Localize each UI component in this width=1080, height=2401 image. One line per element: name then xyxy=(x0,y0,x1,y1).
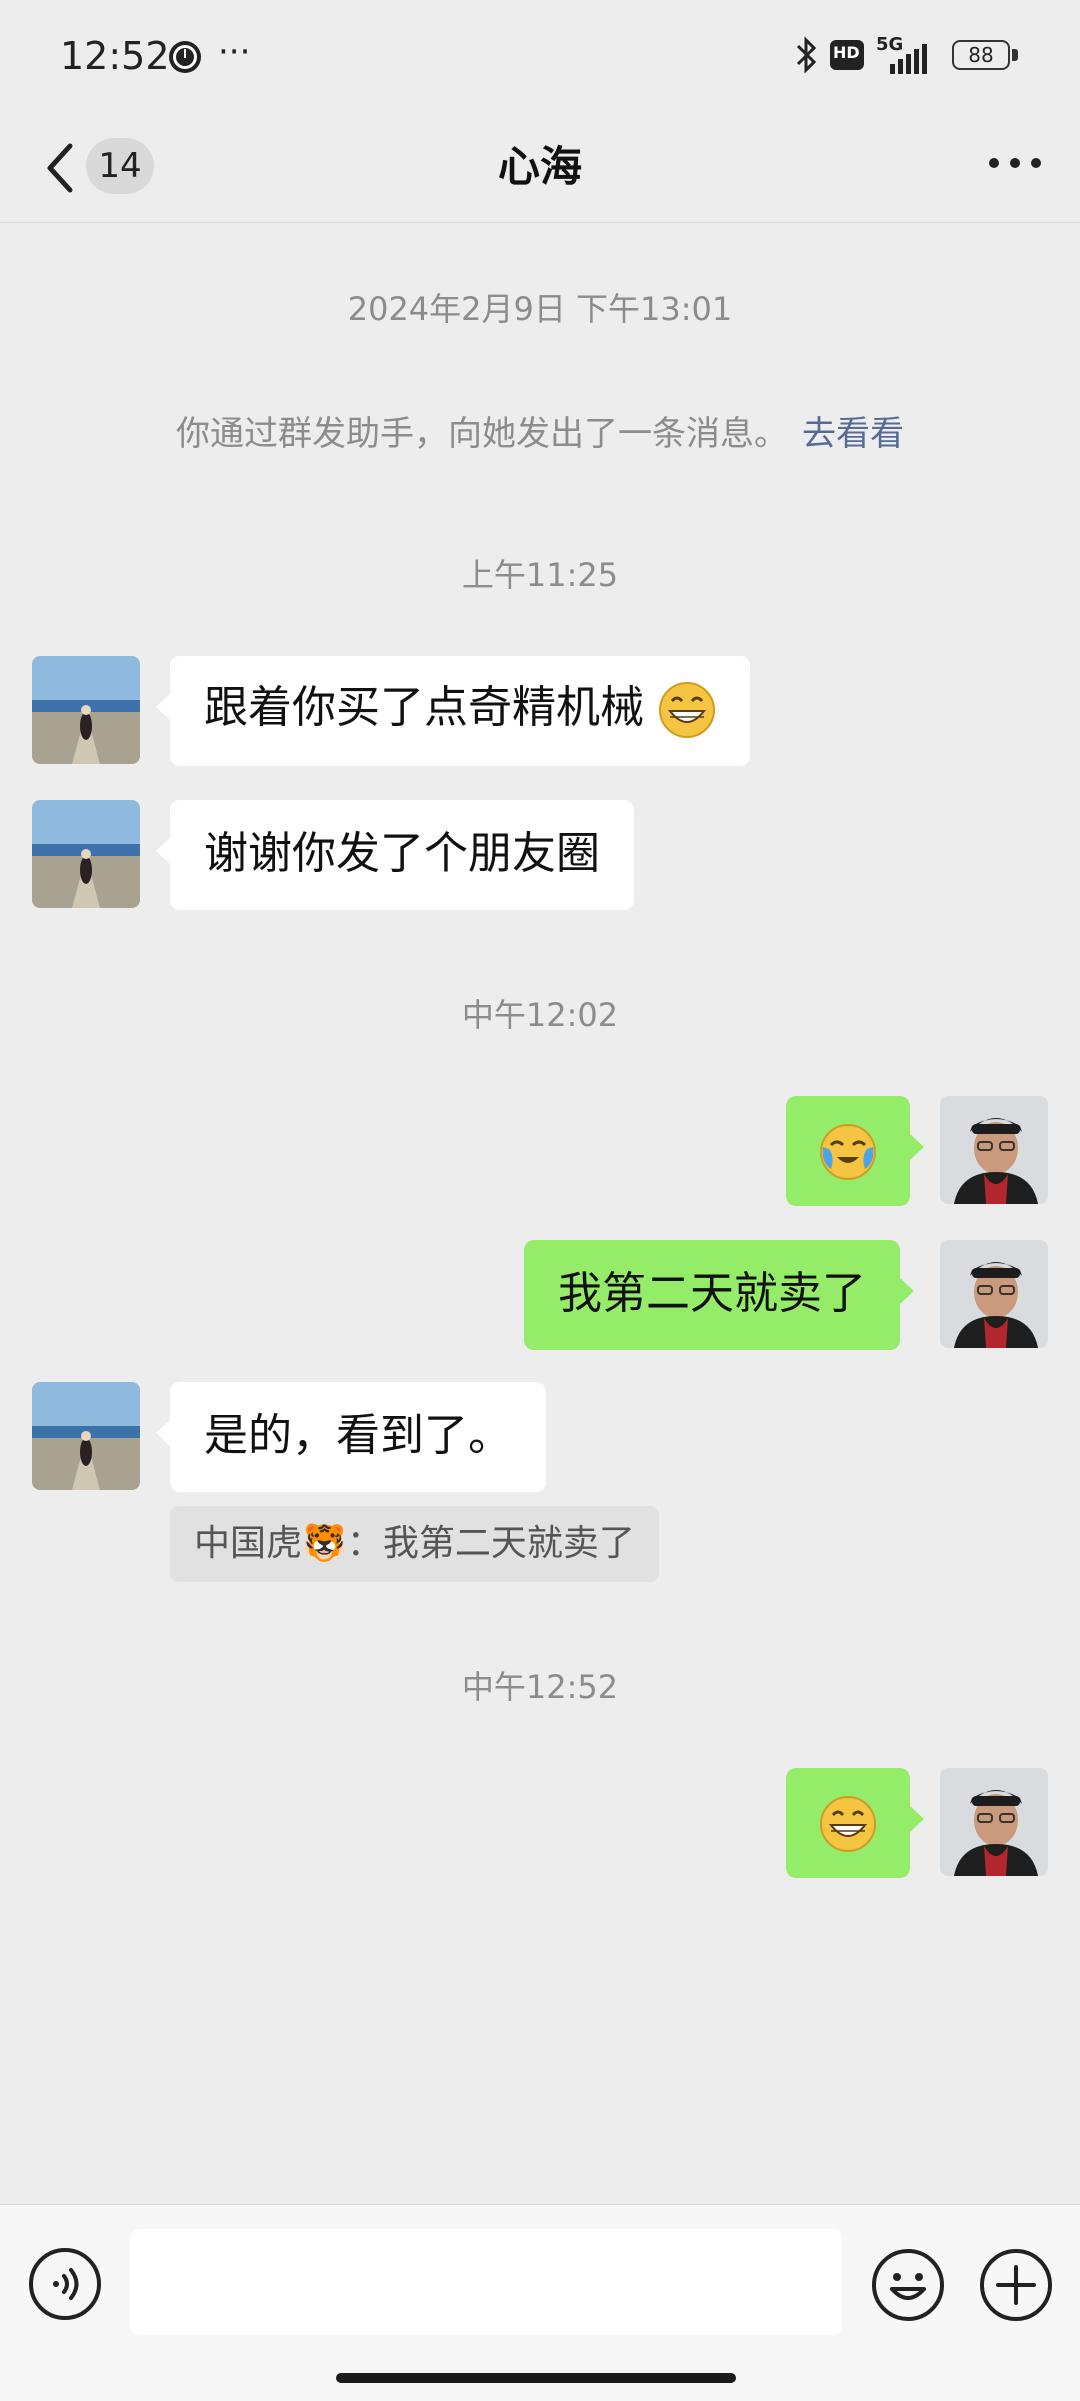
hd-label: HD xyxy=(833,43,860,62)
contact-avatar[interactable] xyxy=(32,1382,140,1490)
signal-5g-icon xyxy=(890,44,927,74)
message-text: 谢谢你发了个朋友圈 xyxy=(204,828,600,879)
battery-tip xyxy=(1012,49,1018,61)
input-bar xyxy=(0,2204,1080,2401)
chat-title: 心海 xyxy=(497,142,582,191)
group-notice-text: 你通过群发助手，向她发出了一条消息。 xyxy=(176,414,788,454)
timestamp: 上午11:25 xyxy=(461,556,619,594)
quoted-message[interactable]: 中国虎🐯：我第二天就卖了 xyxy=(170,1506,659,1582)
outgoing-message-bubble[interactable] xyxy=(786,1096,924,1206)
grin-emoji-icon xyxy=(820,1796,876,1852)
voice-icon[interactable] xyxy=(28,2247,102,2321)
crying-laughing-emoji-icon xyxy=(820,1124,876,1180)
contact-avatar[interactable] xyxy=(32,656,140,764)
contact-avatar[interactable] xyxy=(32,800,140,908)
message-text: 跟着你买了点奇精机械 xyxy=(204,682,644,733)
timestamp: 中午12:02 xyxy=(461,996,619,1034)
grin-emoji-icon xyxy=(659,682,715,738)
status-bar: 12:52 ··· HD 5G 88 xyxy=(0,0,1080,112)
incoming-message-bubble[interactable]: 谢谢你发了个朋友圈 xyxy=(156,800,634,910)
clock-icon xyxy=(169,41,201,73)
my-avatar[interactable] xyxy=(940,1096,1048,1204)
system-date: 2024年2月9日 下午13:01 xyxy=(347,290,733,328)
message-text: 是的，看到了。 xyxy=(204,1410,512,1461)
plus-icon[interactable] xyxy=(978,2247,1054,2323)
battery-level: 88 xyxy=(968,43,994,67)
battery-icon: 88 xyxy=(952,40,1010,70)
more-options-icon[interactable] xyxy=(986,148,1044,178)
emoji-icon[interactable] xyxy=(870,2247,946,2323)
my-avatar[interactable] xyxy=(940,1768,1048,1876)
incoming-message-bubble[interactable]: 跟着你买了点奇精机械 xyxy=(156,656,750,766)
incoming-message-bubble[interactable]: 是的，看到了。 xyxy=(156,1382,546,1492)
timestamp: 中午12:52 xyxy=(461,1668,619,1706)
outgoing-message-bubble[interactable] xyxy=(786,1768,924,1878)
message-text: 我第二天就卖了 xyxy=(558,1268,866,1319)
bluetooth-icon xyxy=(796,36,817,74)
my-avatar[interactable] xyxy=(940,1240,1048,1348)
more-dots-icon: ··· xyxy=(218,32,251,72)
message-input[interactable] xyxy=(130,2229,842,2335)
group-notice-link[interactable]: 去看看 xyxy=(802,414,904,454)
chat-header: 14 心海 xyxy=(0,112,1080,223)
outgoing-message-bubble[interactable]: 我第二天就卖了 xyxy=(524,1240,914,1350)
group-notice: 你通过群发助手，向她发出了一条消息。 去看看 xyxy=(0,406,1080,455)
home-indicator[interactable] xyxy=(336,2373,736,2383)
status-time: 12:52 xyxy=(60,34,170,78)
